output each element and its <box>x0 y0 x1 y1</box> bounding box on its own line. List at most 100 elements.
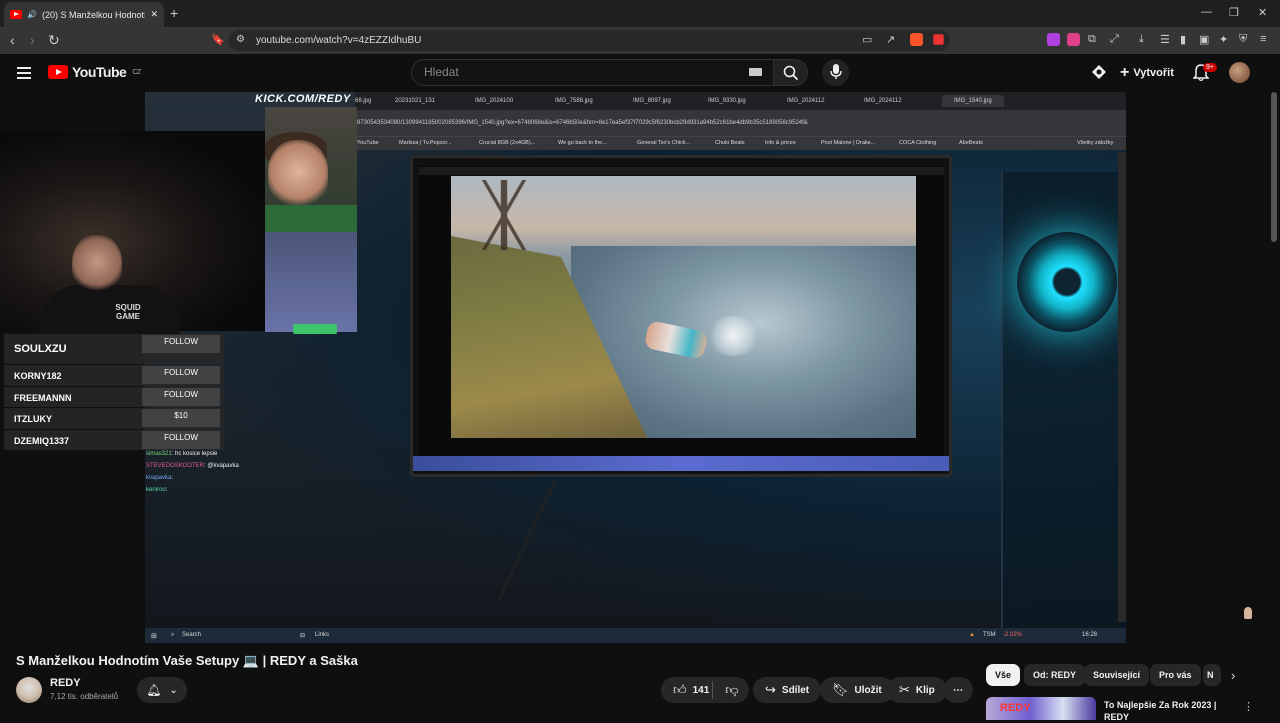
photo-viewer-toolbar <box>419 167 944 175</box>
share-page-icon[interactable]: ↗ <box>886 33 895 46</box>
leo-ai-icon[interactable]: ✦ <box>1219 33 1228 46</box>
plus-icon: + <box>1120 64 1130 81</box>
vpn-icon[interactable]: ⛨ <box>1239 33 1247 46</box>
windows-taskbar: ⊞ ⌕ Search ⊟ Links ▲ TSM -2.02% 16:28 <box>145 628 1126 643</box>
avatar[interactable] <box>1229 62 1250 83</box>
bookmark-item: YouTube <box>357 140 379 146</box>
chat-message: keniroo: <box>146 484 239 496</box>
thumbs-down-icon[interactable]: 👎︎ <box>725 682 738 698</box>
stream-side-panel <box>265 232 357 332</box>
inner-tab: IMG_2024100 <box>475 98 514 104</box>
voice-search-button[interactable] <box>822 59 849 86</box>
stream-side-panel-button <box>293 324 337 334</box>
keyboard-icon[interactable] <box>749 68 762 76</box>
back-icon[interactable]: ‹ <box>10 32 15 48</box>
window-close-icon[interactable]: ✕ <box>1258 6 1267 19</box>
minimize-icon[interactable]: — <box>1201 6 1212 18</box>
chip-for-you[interactable]: Pro vás <box>1150 664 1201 686</box>
alert-username: ITZLUKY <box>14 414 52 424</box>
wallet-icon[interactable]: ▣ <box>1199 33 1209 46</box>
thumbs-up-icon[interactable]: 👍︎ <box>673 682 687 698</box>
extension-icon[interactable] <box>1067 33 1080 46</box>
bookmark-item: Všetky záložky <box>1077 140 1114 146</box>
webcam-shirt-print: SQUID GAME <box>115 303 141 321</box>
recommendation-thumbnail[interactable]: REDY <box>986 697 1096 720</box>
bookmark-item: COCA Clothing <box>899 140 937 146</box>
webcam-secondary-face <box>268 140 328 210</box>
chat-message: simas321: hc kosice lepsie <box>146 448 239 460</box>
monitor-screen <box>419 166 944 456</box>
search-button[interactable] <box>773 59 808 86</box>
chip-related[interactable]: Související <box>1084 664 1150 686</box>
tab-close-icon[interactable]: ✕ <box>150 9 158 20</box>
clip-button[interactable]: ✂ Klip <box>887 677 947 703</box>
hamburger-menu-icon[interactable] <box>17 67 31 82</box>
rgb-fan <box>1017 232 1117 332</box>
chat-text: : <box>165 487 168 493</box>
menu-icon[interactable]: ≡ <box>1260 33 1266 45</box>
stock-ticker-change: -2.02% <box>1003 632 1023 638</box>
share-icon: ↪ <box>765 682 776 697</box>
extension-icon[interactable] <box>1047 33 1060 46</box>
chip-next-partial[interactable]: N <box>1203 664 1221 686</box>
download-icon[interactable]: ⤓ <box>1139 33 1144 46</box>
thumbnail-text: REDY <box>1000 702 1031 714</box>
speaker-icon[interactable]: 🔊 <box>27 10 37 19</box>
chevron-right-icon[interactable]: › <box>1231 668 1235 683</box>
extensions-puzzle-icon[interactable]: ⧉ <box>1088 33 1096 46</box>
like-divider <box>712 681 713 699</box>
photo-splash <box>706 316 761 356</box>
save-button[interactable]: 🔖︎ Uložit <box>820 677 894 703</box>
youtube-logo[interactable]: YouTube CZ <box>48 64 141 80</box>
monitor-taskbar <box>413 456 949 471</box>
save-label: Uložit <box>854 684 882 696</box>
sidebar-icon[interactable]: ▮ <box>1180 33 1186 46</box>
browser-tab-active[interactable]: 🔊 (20) S Manželkou Hodnotím V ✕ <box>4 2 164 27</box>
bookmark-icon[interactable]: 🔖 <box>211 33 225 46</box>
like-count[interactable]: 141 <box>693 685 710 696</box>
microphone-icon <box>830 64 842 79</box>
channel-avatar[interactable] <box>16 677 42 703</box>
site-settings-icon[interactable]: ⚙ <box>236 34 245 45</box>
brave-shield-icon[interactable] <box>910 33 923 46</box>
cast-icon[interactable]: ▭ <box>862 33 872 46</box>
more-actions-button[interactable]: ⋯ <box>943 677 973 703</box>
bookmarks-icon[interactable]: ☰ <box>1160 33 1170 46</box>
channel-name[interactable]: REDY <box>50 677 81 689</box>
studio-icon[interactable] <box>1091 64 1107 80</box>
forward-icon[interactable]: › <box>30 32 35 48</box>
notification-badge: 9+ <box>1203 63 1217 72</box>
inner-url: 8730543534080/1309941195002085396/IMG_15… <box>357 120 808 126</box>
clip-label: Klip <box>915 684 935 696</box>
create-button[interactable]: + Vytvořit <box>1120 64 1174 82</box>
alert-row: SOULXZU FOLLOW <box>4 334 224 364</box>
url-text: youtube.com/watch?v=4zEZZIdhuBU <box>256 35 422 46</box>
chip-from-channel[interactable]: Od: REDY <box>1024 664 1086 686</box>
reload-icon[interactable]: ↻ <box>48 32 60 49</box>
subscription-bell-button[interactable]: 🔔︎ ⌄ <box>137 677 187 703</box>
more-vertical-icon[interactable]: ⋮ <box>1243 700 1254 713</box>
chevron-down-icon: ⌄ <box>169 684 178 696</box>
alert-action: FOLLOW <box>142 366 220 384</box>
scissors-icon: ✂ <box>899 682 910 697</box>
url-field[interactable]: youtube.com/watch?v=4zEZZIdhuBU <box>228 30 950 51</box>
recommendation-title[interactable]: To Najlepšie Za Rok 2023 | REDY <box>1104 699 1234 723</box>
extension-icon[interactable]: ⤢ <box>1110 33 1119 46</box>
restore-icon[interactable]: ❐ <box>1229 6 1239 19</box>
bookmark-item: Info & prices <box>765 140 796 146</box>
new-tab-icon[interactable]: + <box>170 5 178 21</box>
share-button[interactable]: ↪ Sdílet <box>753 677 822 703</box>
page-scrollbar[interactable] <box>1271 92 1277 242</box>
brave-rewards-icon[interactable] <box>933 34 944 45</box>
alert-action: FOLLOW <box>142 335 220 353</box>
alert-action: $10 <box>142 409 220 427</box>
bookmark-item: AbeBeats <box>959 140 983 146</box>
subscriber-count: 7,12 tis. odběratelů <box>50 692 119 701</box>
inner-tab: IMG_9330.jpg <box>708 98 746 104</box>
bookmark-item: We go back to the... <box>558 140 607 146</box>
chip-all[interactable]: Vše <box>986 664 1021 686</box>
alert-row: ITZLUKY $10 <box>4 408 224 429</box>
search-input[interactable]: Hledat <box>411 59 774 86</box>
inner-bookmarks-bar: YouTube Markiza | Tv.Popcor... Crucial 8… <box>355 136 1126 150</box>
bookmark-item: General Tso's Chick... <box>637 140 691 146</box>
